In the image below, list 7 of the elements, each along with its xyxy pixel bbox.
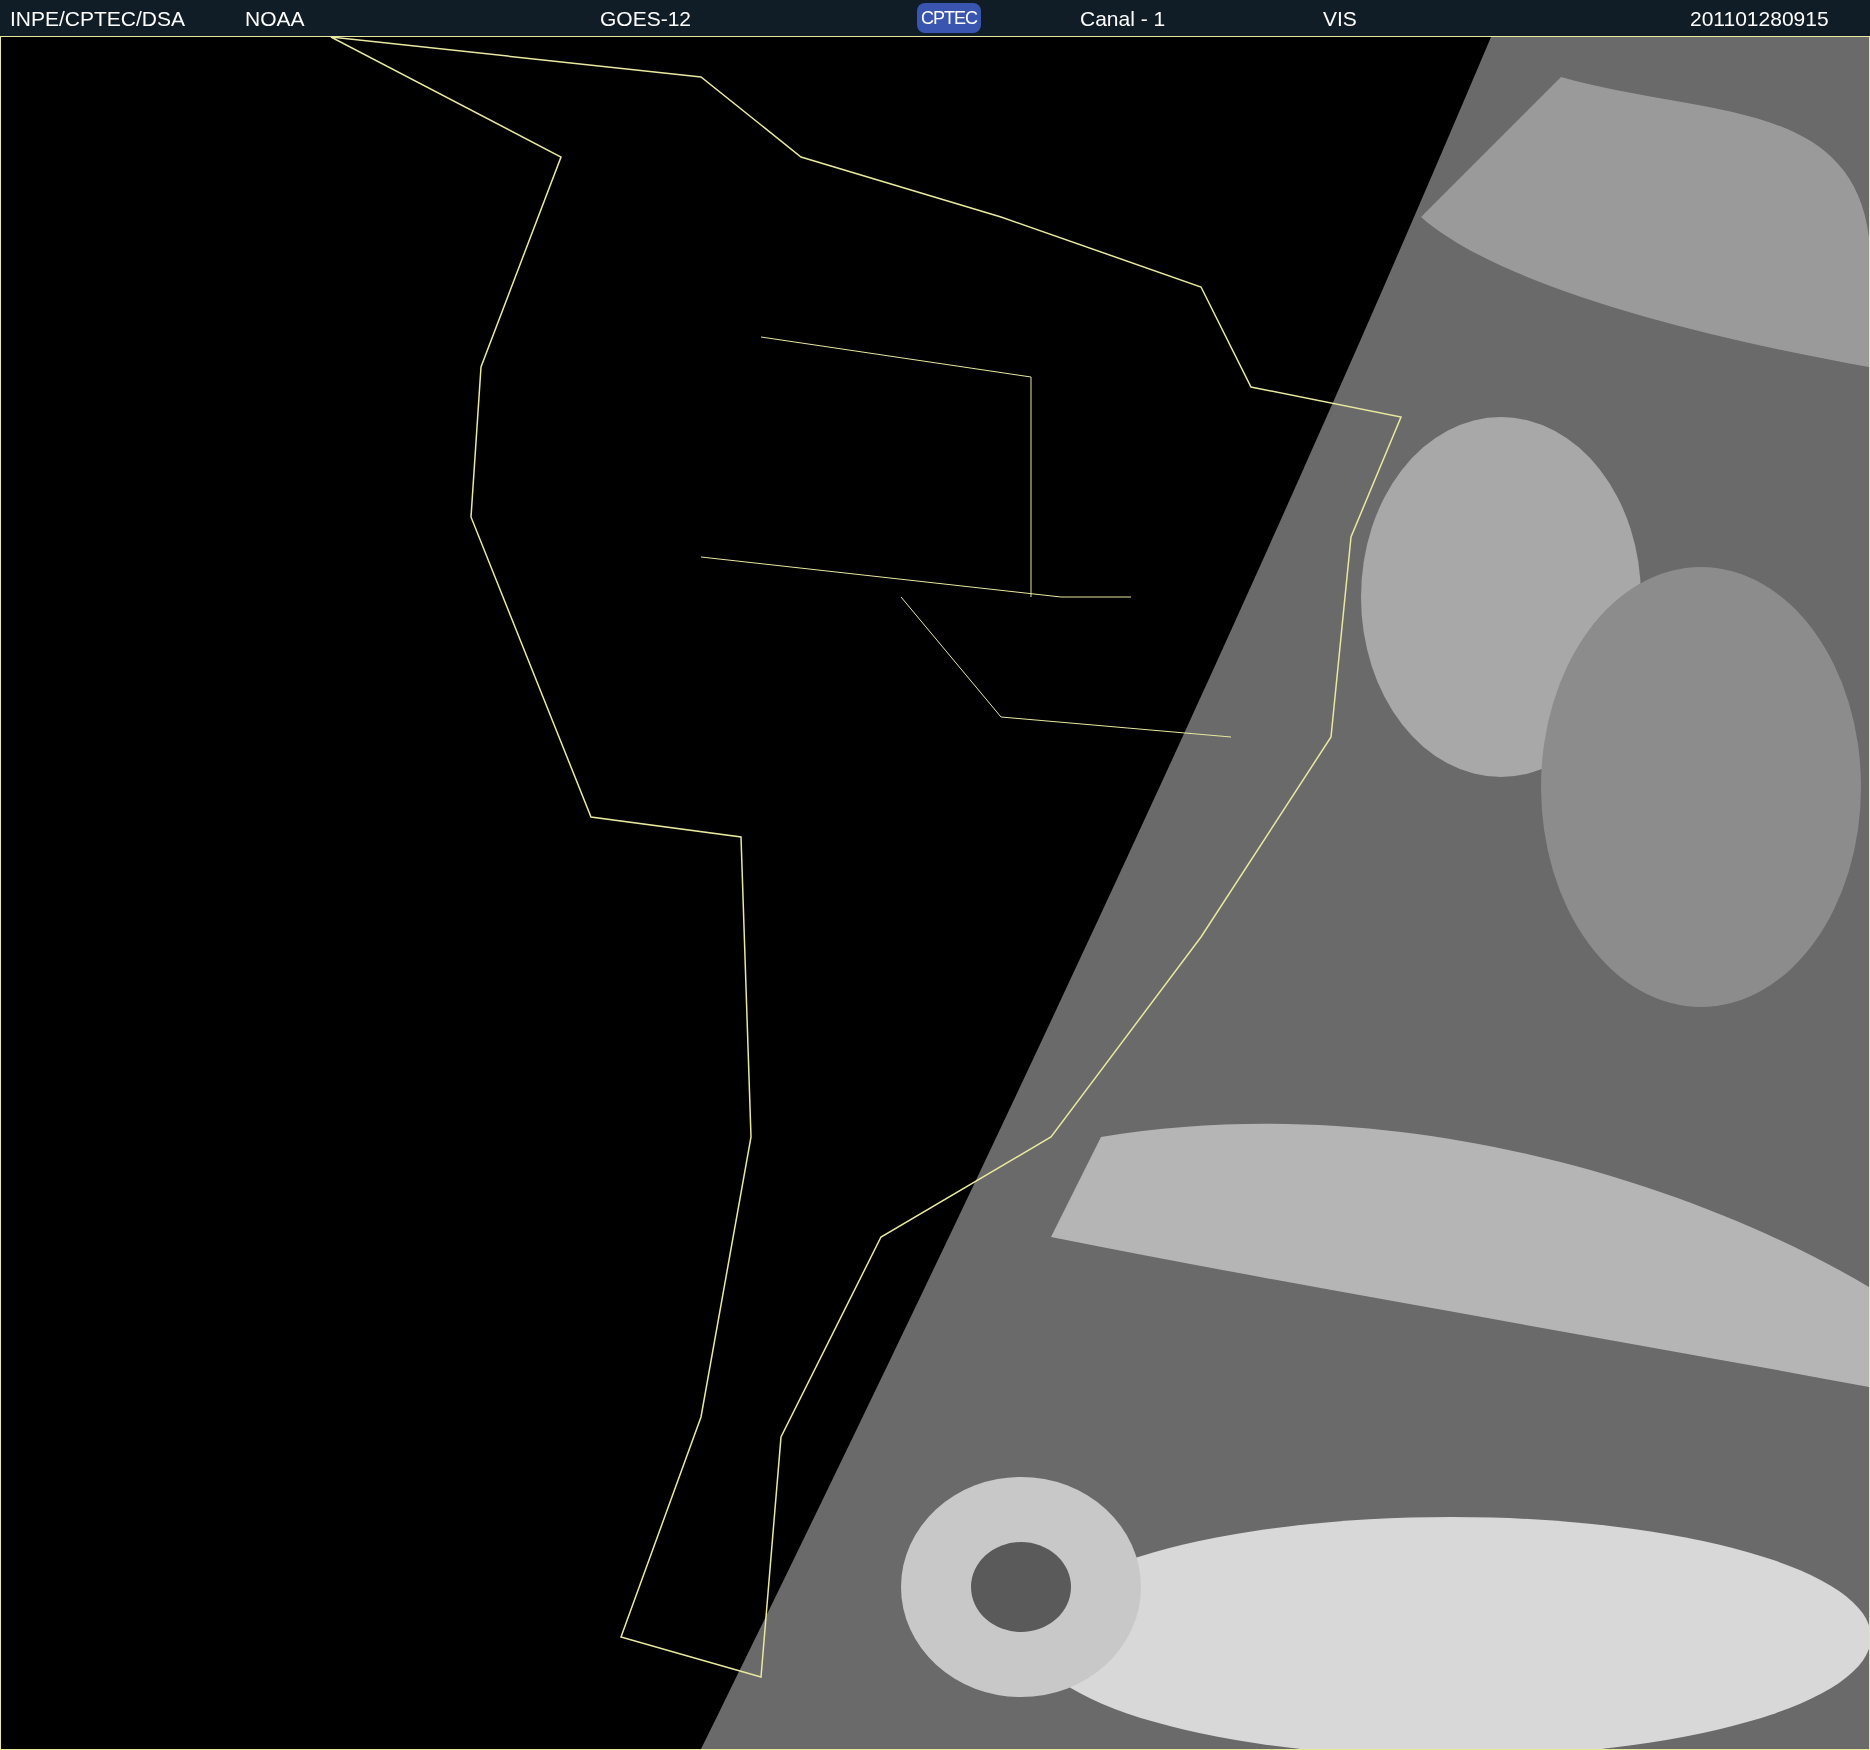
header-label: Canal - 1 bbox=[1080, 7, 1166, 29]
header-label: 201101280915 bbox=[1690, 7, 1829, 29]
header-label: NOAA bbox=[245, 7, 305, 29]
header-label: VIS bbox=[1323, 7, 1357, 29]
header-label: GOES-12 bbox=[600, 7, 692, 29]
logo: CPTEC bbox=[917, 3, 981, 33]
header-label: INPE/CPTEC/DSA bbox=[10, 7, 186, 29]
